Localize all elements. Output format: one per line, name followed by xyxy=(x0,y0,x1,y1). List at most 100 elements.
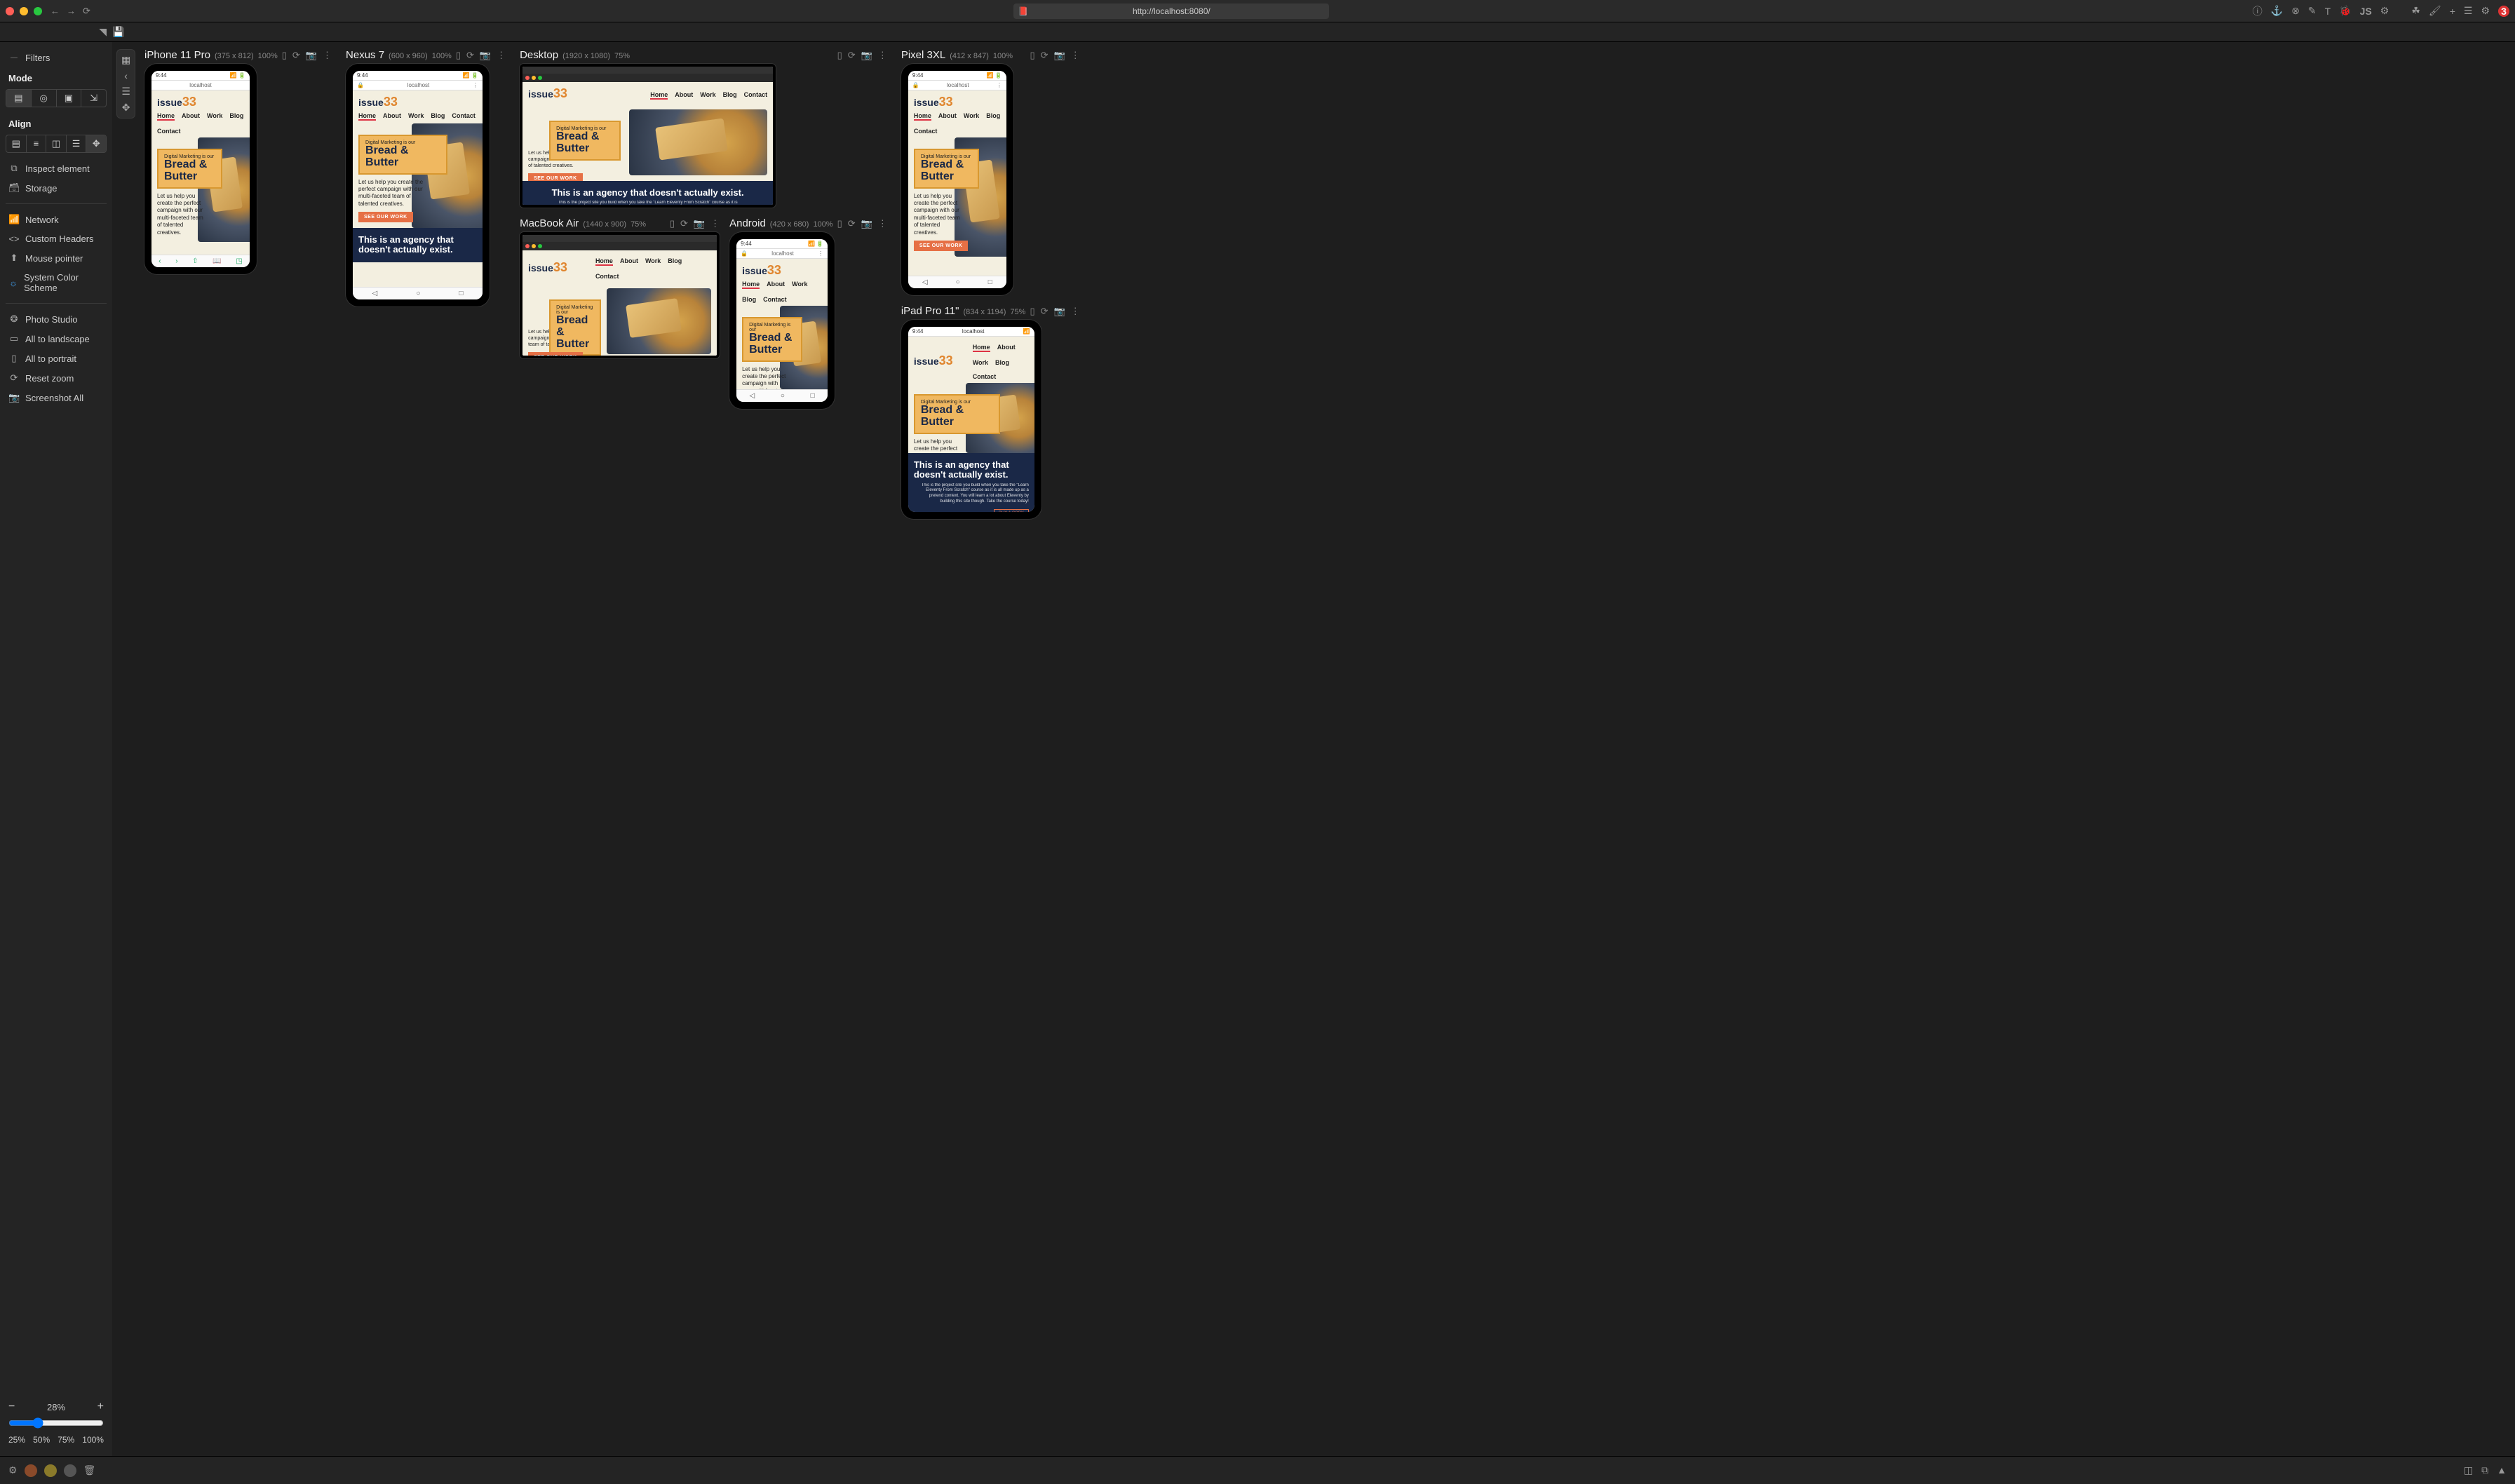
cancel-icon[interactable]: ⊗ xyxy=(2291,5,2300,17)
device-screen[interactable]: 9:44📶 🔋🔒localhost⋮ issue33 HomeAboutWork… xyxy=(908,71,1006,288)
screenshot-device-icon[interactable]: 📷 xyxy=(306,50,317,61)
rotate-device-icon[interactable]: ▯ xyxy=(837,50,842,61)
device-menu-icon[interactable]: ⋮ xyxy=(323,50,332,61)
canvas[interactable]: ▦ ‹ ☰ ✥ iPhone 11 Pro (375 x 812) 100% ▯… xyxy=(112,42,2515,1456)
anchor-icon[interactable]: ⚓ xyxy=(2271,5,2283,17)
align-cols[interactable]: ◫ xyxy=(46,135,67,152)
move-icon[interactable]: ✥ xyxy=(121,102,130,114)
cta-button[interactable]: SEE OUR WORK xyxy=(528,352,583,356)
nav-link[interactable]: Blog xyxy=(995,359,1009,366)
nav-link[interactable]: Home xyxy=(973,344,990,352)
nav-link[interactable]: Home xyxy=(358,112,376,121)
mode-expand[interactable]: ⇲ xyxy=(81,90,106,107)
back-icon[interactable]: ◁ xyxy=(372,290,378,297)
device-screen[interactable]: 9:44📶 🔋🔒localhost⋮ issue33 HomeAboutWork… xyxy=(353,71,483,299)
bug-icon[interactable]: 🐞 xyxy=(2339,5,2351,17)
zoom-in-button[interactable]: + xyxy=(97,1401,104,1413)
stack-icon[interactable]: ⧉ xyxy=(2481,1464,2488,1476)
sync-device-icon[interactable]: ⟳ xyxy=(292,50,300,61)
back-icon[interactable]: ◁ xyxy=(749,392,755,400)
resetzoom-row[interactable]: ⟳Reset zoom xyxy=(6,368,107,388)
nav-link[interactable]: About xyxy=(938,112,957,121)
settings-gear-icon[interactable]: ⚙ xyxy=(8,1464,18,1476)
nav-link[interactable]: Home xyxy=(650,91,668,100)
list-icon[interactable]: ☰ xyxy=(2464,5,2473,17)
nav-link[interactable]: Home xyxy=(914,112,931,121)
nav-link[interactable]: About xyxy=(182,112,200,121)
sliders-icon[interactable]: ⚙ xyxy=(2380,5,2389,17)
sync-device-icon[interactable]: ⟳ xyxy=(848,50,856,61)
mode-full[interactable]: ▣ xyxy=(57,90,82,107)
user-chip-3[interactable] xyxy=(64,1464,76,1477)
inspect-row[interactable]: ⧉Inspect element xyxy=(6,158,107,178)
screenshot-row[interactable]: 📷Screenshot All xyxy=(6,388,107,407)
cta-button[interactable]: SEE OUR WORK xyxy=(528,173,583,181)
screenshot-device-icon[interactable]: 📷 xyxy=(861,218,872,229)
filters-row[interactable]: ⏤Filters xyxy=(6,48,107,67)
sync-device-icon[interactable]: ⟳ xyxy=(466,50,474,61)
settings-icon[interactable]: ⚙ xyxy=(2481,5,2490,17)
device-screen[interactable]: 9:44localhost📶 issue33 HomeAboutWorkBlog… xyxy=(908,327,1034,512)
menu-icon[interactable]: ⋮ xyxy=(997,82,1002,88)
nav-link[interactable]: Contact xyxy=(157,128,181,135)
bookmarks-icon[interactable]: 📖 xyxy=(213,257,221,265)
zoom-100[interactable]: 100% xyxy=(82,1435,104,1445)
cta-button[interactable]: SEE OUR WORK xyxy=(914,241,969,251)
nav-link[interactable]: Work xyxy=(700,91,715,100)
nav-link[interactable]: Contact xyxy=(914,128,938,135)
back-icon[interactable]: ‹ xyxy=(159,257,161,265)
list-view-icon[interactable]: ☰ xyxy=(121,86,130,97)
nav-link[interactable]: Contact xyxy=(973,373,997,380)
panel-icon[interactable]: ◫ xyxy=(2464,1464,2473,1476)
chevron-left-icon[interactable]: ‹ xyxy=(121,70,130,81)
forward-icon[interactable]: › xyxy=(175,257,177,265)
zoom-75[interactable]: 75% xyxy=(58,1435,74,1445)
nav-link[interactable]: About xyxy=(620,257,638,266)
nav-link[interactable]: Work xyxy=(964,112,979,121)
cta-button[interactable]: SEE OUR WORK xyxy=(358,212,413,222)
home-icon[interactable]: ○ xyxy=(416,290,420,297)
recent-icon[interactable]: □ xyxy=(811,392,815,400)
nav-link[interactable]: Work xyxy=(792,281,807,289)
nav-link[interactable]: Contact xyxy=(452,112,476,121)
rotate-device-icon[interactable]: ▯ xyxy=(282,50,287,61)
screenshot-device-icon[interactable]: 📷 xyxy=(1054,306,1065,317)
nav-link[interactable]: Home xyxy=(742,281,760,289)
headers-row[interactable]: <>Custom Headers xyxy=(6,229,107,248)
zoom-out-button[interactable]: − xyxy=(8,1401,15,1413)
align-center[interactable]: ≡ xyxy=(27,135,47,152)
tabs-icon[interactable]: ◳ xyxy=(236,257,242,265)
nav-link[interactable]: Work xyxy=(973,359,988,366)
device-menu-icon[interactable]: ⋮ xyxy=(1071,50,1080,61)
recent-icon[interactable]: □ xyxy=(459,290,463,297)
mode-grid[interactable]: ▤ xyxy=(6,90,32,107)
nav-link[interactable]: Blog xyxy=(723,91,737,100)
close-window-icon[interactable] xyxy=(6,7,14,15)
nav-link[interactable]: Work xyxy=(645,257,661,266)
device-screen[interactable]: 9:44📶 🔋🔒localhost⋮ issue33 HomeAboutWork… xyxy=(736,239,828,402)
url-bar[interactable]: 📕 http://localhost:8080/ xyxy=(1013,4,1329,19)
nav-link[interactable]: Blog xyxy=(668,257,682,266)
recent-icon[interactable]: □ xyxy=(988,278,992,286)
menu-icon[interactable]: ⋮ xyxy=(473,82,478,88)
notification-badge[interactable]: 3 xyxy=(2498,6,2509,17)
bookmark-icon[interactable]: 📕 xyxy=(1018,6,1028,16)
align-list[interactable]: ☰ xyxy=(67,135,87,152)
nav-link[interactable]: Blog xyxy=(229,112,243,121)
align-grid[interactable]: ▤ xyxy=(6,135,27,152)
share-icon[interactable]: ⇧ xyxy=(192,257,198,265)
nav-link[interactable]: Contact xyxy=(595,273,619,280)
rotate-device-icon[interactable]: ▯ xyxy=(670,218,675,229)
rotate-device-icon[interactable]: ▯ xyxy=(837,218,842,229)
sync-device-icon[interactable]: ⟳ xyxy=(1041,306,1049,317)
network-row[interactable]: 📶Network xyxy=(6,210,107,229)
zoom-slider[interactable] xyxy=(8,1417,104,1429)
nav-link[interactable]: Blog xyxy=(742,296,756,303)
device-menu-icon[interactable]: ⋮ xyxy=(878,50,887,61)
photostudio-row[interactable]: ❂Photo Studio xyxy=(6,309,107,329)
zoom-25[interactable]: 25% xyxy=(8,1435,25,1445)
plus-icon[interactable]: + xyxy=(2450,6,2455,17)
grid-view-icon[interactable]: ▦ xyxy=(121,54,130,66)
menu-icon[interactable]: ⋮ xyxy=(818,250,823,257)
edit-icon[interactable]: ✎ xyxy=(2308,5,2317,17)
